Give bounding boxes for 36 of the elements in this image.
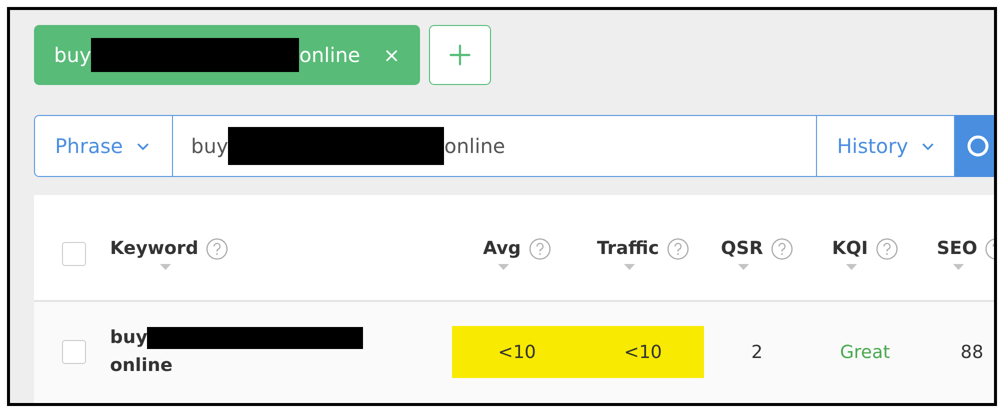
- text: buy: [191, 134, 228, 158]
- checkbox[interactable]: [62, 242, 86, 266]
- help-icon[interactable]: [667, 238, 690, 260]
- cell-text: 2: [751, 342, 763, 362]
- column-header[interactable]: Traffic: [596, 238, 660, 259]
- chevron-down-icon: [922, 142, 934, 150]
- text: online: [444, 134, 506, 158]
- column-header[interactable]: SEO: [936, 238, 978, 259]
- sort-icon[interactable]: [738, 264, 748, 270]
- column-header[interactable]: Keyword: [110, 238, 198, 259]
- sort-icon[interactable]: [952, 264, 964, 270]
- text: buy: [54, 43, 92, 67]
- sort-icon[interactable]: [846, 264, 856, 270]
- chevron-down-icon: [136, 142, 149, 150]
- help-icon[interactable]: [206, 238, 228, 260]
- column-header[interactable]: QSR: [720, 238, 764, 259]
- checkbox[interactable]: [62, 340, 86, 364]
- add-button[interactable]: [429, 25, 491, 85]
- sort-icon[interactable]: [624, 264, 634, 270]
- help-icon[interactable]: [876, 238, 898, 260]
- column-header[interactable]: Avg: [483, 238, 521, 259]
- cell-text: <10: [498, 342, 536, 362]
- help-icon[interactable]: [528, 238, 551, 260]
- search-field[interactable]: buy online: [173, 115, 817, 177]
- cell-text: 88: [960, 342, 984, 362]
- column-header[interactable]: KQI: [832, 238, 868, 259]
- search-icon: [967, 135, 989, 157]
- table-row[interactable]: buy online <10 <10 2 Great 88: [34, 302, 994, 402]
- text: online: [299, 43, 360, 67]
- text: buy: [110, 326, 148, 350]
- sort-icon[interactable]: [160, 264, 171, 270]
- cell-text: Great: [840, 342, 890, 362]
- sort-icon[interactable]: [498, 264, 508, 270]
- help-icon[interactable]: [771, 238, 794, 260]
- text: online: [110, 354, 173, 378]
- cell-text: <10: [624, 342, 662, 362]
